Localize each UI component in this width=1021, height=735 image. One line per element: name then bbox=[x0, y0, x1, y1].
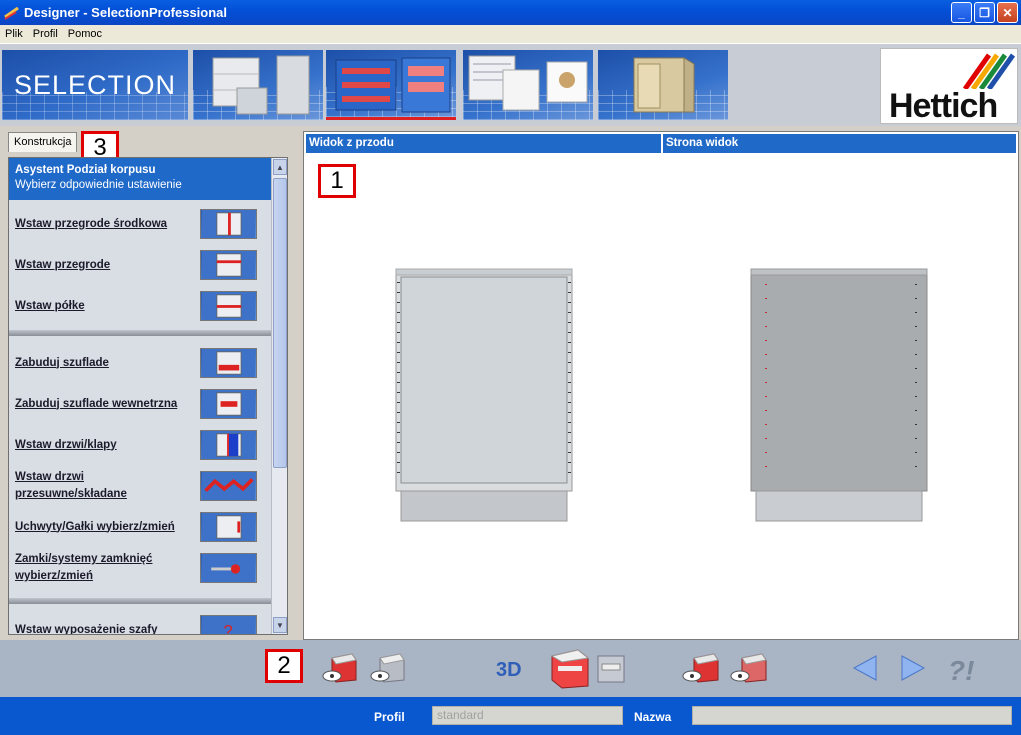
divider-icon bbox=[200, 250, 257, 280]
scroll-thumb[interactable] bbox=[273, 178, 287, 468]
view-3d-icon[interactable]: 3D bbox=[494, 650, 530, 686]
name-field[interactable] bbox=[692, 706, 1012, 725]
lock-icon bbox=[200, 553, 257, 583]
tile-fittings[interactable] bbox=[463, 50, 593, 120]
view-eye-red-3-icon[interactable] bbox=[730, 650, 770, 686]
list-item-locks[interactable]: Zamki/systemy zamknięć wybierz/zmień bbox=[9, 548, 271, 588]
list-item-door[interactable]: Wstaw drzwi/klapy bbox=[9, 425, 271, 465]
close-button[interactable]: ✕ bbox=[997, 2, 1018, 23]
help-icon: ? bbox=[200, 615, 257, 635]
assistant-subtitle: Wybierz odpowiednie ustawienie bbox=[15, 179, 182, 191]
list-item-label: Zabuduj szuflade bbox=[15, 356, 109, 369]
arrow-right-icon[interactable] bbox=[898, 650, 928, 686]
restore-button[interactable]: ❐ bbox=[974, 2, 995, 23]
list-item-shelf[interactable]: Wstaw półke bbox=[9, 286, 271, 326]
cabinet-side-view[interactable] bbox=[750, 268, 928, 523]
minimize-button[interactable]: _ bbox=[951, 2, 972, 23]
view-eye-grey-icon[interactable] bbox=[370, 650, 408, 686]
hettich-logo: Hettich bbox=[880, 48, 1018, 125]
shelf-icon bbox=[200, 291, 257, 321]
separator bbox=[9, 330, 271, 336]
list-item-drawer[interactable]: Zabuduj szuflade bbox=[9, 343, 271, 383]
marker-2: 2 bbox=[265, 649, 303, 683]
door-icon bbox=[200, 430, 257, 460]
selection-logo: SELECTION bbox=[2, 50, 188, 120]
tab-konstrukcja[interactable]: Konstrukcja bbox=[8, 132, 78, 152]
assistant-header: Asystent Podział korpusu Wybierz odpowie… bbox=[9, 158, 271, 200]
arrow-left-icon[interactable] bbox=[850, 650, 880, 686]
list-item-divider[interactable]: Wstaw przegrode bbox=[9, 245, 271, 285]
view-panel: Widok z przodu Strona widok 1 bbox=[303, 131, 1019, 640]
marker-1: 1 bbox=[318, 164, 356, 198]
fittings-icon bbox=[468, 55, 588, 111]
list-item-label: Uchwyty/Gałki wybierz/zmień bbox=[15, 520, 175, 533]
assistant-list: Asystent Podział korpusu Wybierz odpowie… bbox=[8, 157, 288, 635]
hettich-wordmark: Hettich bbox=[889, 87, 998, 125]
view-eye-red-icon[interactable] bbox=[322, 650, 360, 686]
list-item-label: Zamki/systemy zamknięć wybierz/zmień bbox=[15, 553, 153, 582]
list-item-center-divider[interactable]: Wstaw przegrode środkowa bbox=[9, 204, 271, 244]
assistant-title: Asystent Podział korpusu bbox=[15, 164, 156, 176]
cabinet-3d-active-icon[interactable] bbox=[548, 646, 592, 690]
hettich-stripes-icon bbox=[962, 53, 1016, 89]
drawer-view-icon[interactable] bbox=[594, 650, 628, 686]
title-bar: Designer - SelectionProfessional _ ❐ ✕ bbox=[0, 0, 1021, 25]
svg-text:?: ? bbox=[223, 622, 232, 635]
list-item-label: Wstaw przegrode bbox=[15, 258, 111, 271]
profile-label: Profil bbox=[374, 710, 405, 724]
help-icon[interactable]: ?! bbox=[944, 650, 978, 686]
menu-pomoc[interactable]: Pomoc bbox=[63, 28, 107, 40]
view-eye-red-2-icon[interactable] bbox=[682, 650, 722, 686]
left-panel: Konstrukcja 3 Asystent Podział korpusu W… bbox=[0, 127, 299, 640]
sliding-door-icon bbox=[200, 471, 257, 501]
list-item-label: Wstaw półke bbox=[15, 299, 85, 312]
list-item-handles[interactable]: Uchwyty/Gałki wybierz/zmień bbox=[9, 507, 271, 547]
3d-label: 3D bbox=[496, 659, 522, 681]
list-scrollbar[interactable]: ▲ ▼ bbox=[271, 158, 287, 634]
bottom-toolbar: 2 3D ?! bbox=[0, 640, 1021, 697]
list-item-label: Wstaw drzwi/klapy bbox=[15, 438, 117, 451]
list-item-label: Wstaw drzwi przesuwne/składane bbox=[15, 471, 127, 500]
drawer-icon bbox=[200, 348, 257, 378]
list-item-inner-drawer[interactable]: Zabuduj szuflade wewnetrzna bbox=[9, 384, 271, 424]
menu-profil[interactable]: Profil bbox=[28, 28, 63, 40]
banner: SELECTION Hettich bbox=[0, 44, 1021, 126]
name-label: Nazwa bbox=[634, 710, 672, 724]
app-icon bbox=[4, 6, 19, 20]
handle-icon bbox=[200, 512, 257, 542]
menu-plik[interactable]: Plik bbox=[0, 28, 28, 40]
tile-cabinets[interactable] bbox=[193, 50, 323, 120]
center-divider-icon bbox=[200, 209, 257, 239]
list-item-label: Wstaw wyposażenie szafy bbox=[15, 623, 158, 635]
separator bbox=[9, 598, 271, 604]
status-bar: Profil standard Nazwa bbox=[0, 697, 1021, 735]
menu-bar: Plik Profil Pomoc bbox=[0, 25, 1021, 44]
inner-drawer-icon bbox=[200, 389, 257, 419]
tile-cabinet-3d[interactable] bbox=[598, 50, 728, 120]
list-item-sliding-door[interactable]: Wstaw drzwi przesuwne/składane bbox=[9, 466, 271, 506]
scroll-down-icon[interactable]: ▼ bbox=[273, 617, 287, 633]
tile-construction[interactable] bbox=[326, 50, 456, 120]
list-item-equipment[interactable]: Wstaw wyposażenie szafy ? bbox=[9, 610, 271, 635]
cabinets-icon bbox=[212, 55, 310, 115]
front-view-header: Widok z przodu bbox=[306, 134, 661, 153]
list-item-label: Zabuduj szuflade wewnetrzna bbox=[15, 397, 178, 410]
cabinet-front-view[interactable] bbox=[395, 268, 573, 523]
window-title: Designer - SelectionProfessional bbox=[24, 5, 228, 20]
side-view-header: Strona widok bbox=[663, 134, 1016, 153]
construction-icon bbox=[335, 57, 451, 113]
svg-text:?!: ?! bbox=[948, 655, 974, 686]
list-item-label: Wstaw przegrode środkowa bbox=[15, 217, 168, 230]
cabinet-3d-icon bbox=[633, 57, 695, 113]
profile-field[interactable]: standard bbox=[432, 706, 623, 725]
scroll-up-icon[interactable]: ▲ bbox=[273, 159, 287, 175]
